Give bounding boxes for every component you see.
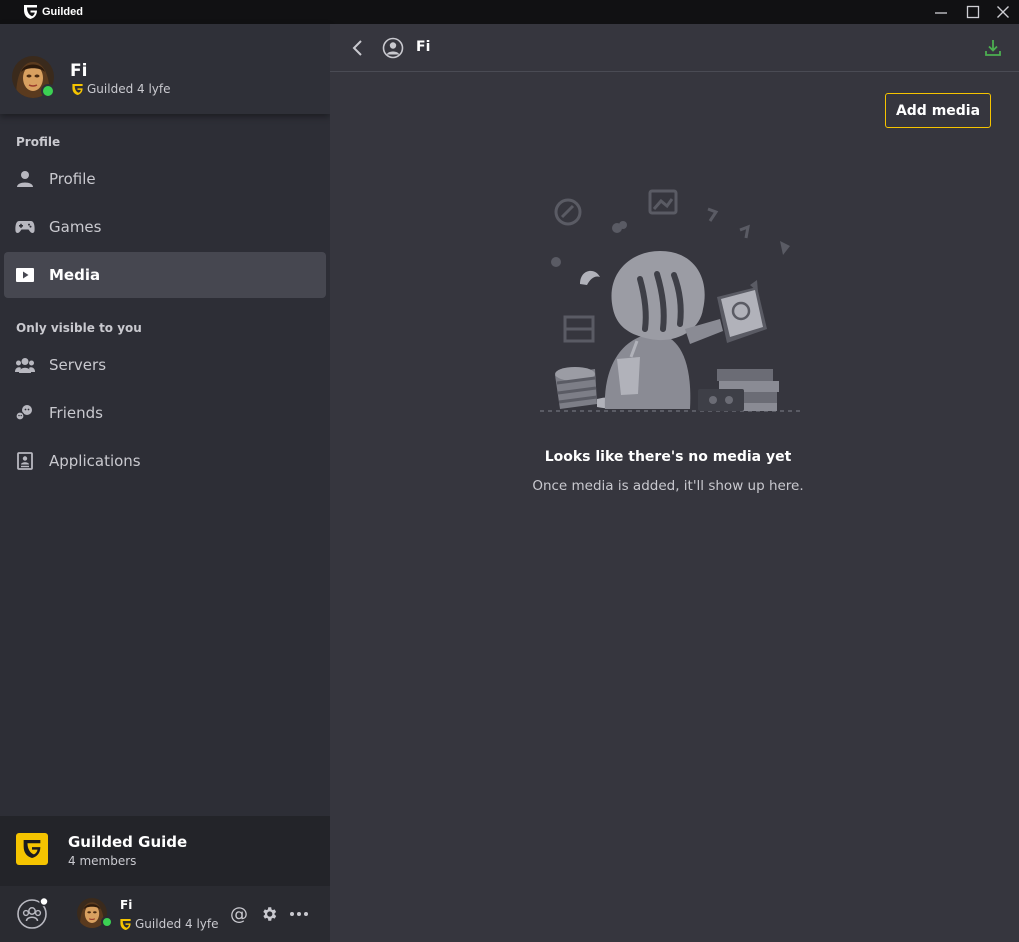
sidebar-item-friends[interactable]: Friends <box>4 390 326 436</box>
sidebar-item-label: Friends <box>49 404 103 422</box>
friends-group-icon <box>17 896 49 929</box>
profile-header: Fi Guilded 4 lyfe <box>0 24 330 114</box>
sidebar: Fi Guilded 4 lyfe Profile Profile Games … <box>0 24 330 942</box>
sidebar-item-label: Applications <box>49 452 141 470</box>
sidebar-item-label: Games <box>49 218 102 236</box>
knight-empty-state-illustration <box>540 189 800 412</box>
server-logo <box>16 833 48 865</box>
add-media-button[interactable]: Add media <box>885 93 991 128</box>
sidebar-item-profile[interactable]: Profile <box>4 156 326 202</box>
empty-state-title: Looks like there's no media yet <box>544 449 792 465</box>
section-label-private: Only visible to you <box>16 321 142 335</box>
guilded-badge-icon <box>120 918 131 930</box>
user-subtitle: Guilded 4 lyfe <box>120 917 219 931</box>
friends-list-button[interactable] <box>16 896 49 930</box>
sidebar-item-applications[interactable]: Applications <box>4 438 326 484</box>
maximize-icon <box>966 5 980 19</box>
profile-subtitle-text: Guilded 4 lyfe <box>87 82 171 96</box>
profile-subtitle: Guilded 4 lyfe <box>72 82 171 96</box>
guilded-badge-icon <box>72 83 83 95</box>
online-status-dot <box>101 916 113 928</box>
server-name: Guilded Guide <box>68 833 188 851</box>
guilded-logo-icon <box>23 840 41 858</box>
section-label-profile: Profile <box>16 135 61 149</box>
close-icon <box>997 6 1009 18</box>
main-content: Fi Add media Looks like there's no media… <box>330 24 1019 942</box>
main-header: Fi <box>330 24 1019 72</box>
server-card[interactable]: Guilded Guide 4 members <box>0 816 330 886</box>
sidebar-item-label: Servers <box>49 356 107 374</box>
sidebar-item-games[interactable]: Games <box>4 204 326 250</box>
user-name: Fi <box>120 898 133 912</box>
ellipsis-icon <box>290 912 308 916</box>
sidebar-item-label: Profile <box>49 170 96 188</box>
gamepad-icon <box>15 217 35 237</box>
user-circle-icon <box>382 37 404 59</box>
close-window-button[interactable] <box>988 0 1018 24</box>
page-title: Fi <box>416 39 431 55</box>
empty-state-subtitle: Once media is added, it'll show up here. <box>532 478 804 494</box>
maximize-button[interactable] <box>958 0 988 24</box>
server-members: 4 members <box>68 854 137 868</box>
settings-button[interactable] <box>259 904 279 924</box>
friends-icon <box>15 403 35 423</box>
sidebar-item-label: Media <box>49 266 101 284</box>
app-title: Guilded <box>42 6 83 18</box>
title-bar: Guilded <box>0 0 1019 24</box>
group-icon <box>15 355 35 375</box>
mentions-button[interactable]: @ <box>229 903 249 925</box>
profile-name: Fi <box>70 61 88 81</box>
user-subtitle-text: Guilded 4 lyfe <box>135 917 219 931</box>
gear-icon <box>263 907 277 921</box>
more-options-button[interactable] <box>289 904 309 924</box>
minimize-icon <box>935 12 947 14</box>
download-icon[interactable] <box>983 38 1003 58</box>
user-bar: Fi Guilded 4 lyfe @ <box>0 886 330 942</box>
media-play-icon <box>15 265 35 285</box>
sidebar-item-servers[interactable]: Servers <box>4 342 326 388</box>
at-sign-icon: @ <box>230 903 248 925</box>
online-status-dot <box>41 84 55 98</box>
application-icon <box>15 451 35 471</box>
minimize-button[interactable] <box>926 0 956 24</box>
person-icon <box>15 169 35 189</box>
sidebar-item-media[interactable]: Media <box>4 252 326 298</box>
back-chevron-icon[interactable] <box>348 38 368 58</box>
guilded-logo-icon <box>24 5 37 19</box>
